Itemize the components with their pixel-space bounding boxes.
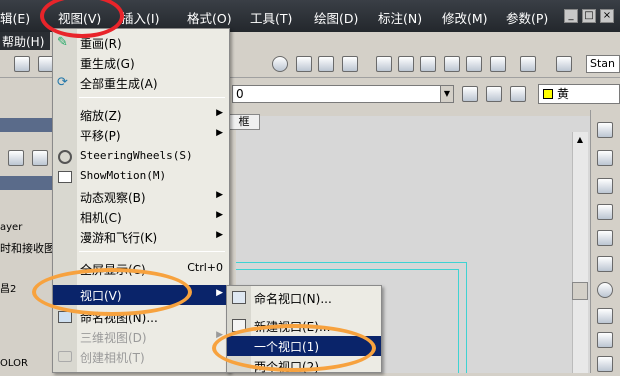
move-icon[interactable] [597,256,613,272]
submenu-arrow-icon: ▶ [216,190,223,200]
camera-icon [58,351,72,362]
stretch-icon[interactable] [597,332,613,348]
layer-tool-icon[interactable] [32,150,48,166]
drawing-line [236,269,458,270]
text-style-icon[interactable] [556,56,572,72]
modify-toolbar [590,110,620,373]
menu-item-regen-all[interactable]: ⟳ 全部重生成(A) [53,73,229,93]
panel-title-bar [0,118,52,132]
minimize-button[interactable]: _ [564,9,578,23]
menu-item-3d-views: 三维视图(D) ▶ [80,330,223,345]
annotation-ellipse [32,268,192,316]
drawing-line [458,269,459,373]
layer-label: ayer [0,222,23,233]
menu-edit[interactable]: 辑(E) [0,8,30,27]
menu-item-zoom[interactable]: 缩放(Z) ▶ [53,105,229,125]
menu-help[interactable]: 帮助(H) [2,33,44,50]
regen-all-icon: ⟳ [57,75,68,90]
menu-item-regen[interactable]: 重生成(G) [53,53,229,73]
design-center-icon[interactable] [398,56,414,72]
erase-icon[interactable] [597,122,613,138]
rotate-icon[interactable] [597,282,613,298]
array-icon[interactable] [597,230,613,246]
named-view-icon [58,311,72,323]
scroll-up-icon[interactable]: ▲ [572,135,588,149]
offset-icon[interactable] [597,204,613,220]
pan-hand-icon[interactable] [272,56,288,72]
drawing-line [466,262,467,373]
tool-palettes-icon[interactable] [420,56,436,72]
menu-draw[interactable]: 绘图(D) [314,8,358,27]
menu-separator [79,97,225,98]
named-viewport-icon [232,291,246,304]
submenu-arrow-icon: ▶ [216,128,223,138]
submenu-arrow-icon: ▶ [216,210,223,220]
scrollbar-thumb[interactable] [572,282,588,300]
menu-item-showmotion[interactable]: ShowMotion(M) [53,167,229,187]
submenu-arrow-icon: ▶ [216,108,223,118]
annotation-ellipse [212,324,376,372]
mirror-icon[interactable] [597,178,613,194]
panel-header [0,176,52,190]
sheet-set-icon[interactable] [444,56,460,72]
color-swatch [543,89,553,99]
menu-item-steeringwheels[interactable]: SteeringWheels(S) [53,147,229,167]
markup-icon[interactable] [466,56,482,72]
menu-dimension[interactable]: 标注(N) [378,8,422,27]
submenu-item-named-viewports[interactable]: 命名视口(N)... [227,288,381,308]
layer-combo[interactable]: 0 [232,85,454,103]
color-label: 黄 [557,87,570,101]
menu-parametric[interactable]: 参数(P) [506,8,548,27]
menu-item-walk-fly[interactable]: 漫游和飞行(K) ▶ [53,227,229,247]
steering-wheel-icon [58,150,72,164]
view-menu: ✎ 重画(R) 重生成(G) ⟳ 全部重生成(A) 缩放(Z) ▶ 平移(P) ▶ St… [52,28,230,373]
menu-item-orbit[interactable]: 动态观察(B) ▶ [53,187,229,207]
print-icon[interactable] [14,56,30,72]
scale-icon[interactable] [597,308,613,324]
properties-icon[interactable] [376,56,392,72]
color-property: OLOR [0,358,28,369]
add-icon[interactable] [8,150,24,166]
copy-icon[interactable] [597,150,613,166]
text-style-combo[interactable]: Stan [586,55,620,73]
drawing-line [236,262,466,263]
menu-bar-row2: 帮助(H) [0,32,50,50]
calculator-icon[interactable] [490,56,506,72]
shortcut-label: Ctrl+0 [187,261,223,274]
zoom-window-icon[interactable] [318,56,334,72]
zoom-realtime-icon[interactable] [296,56,312,72]
menu-item-create-camera: 创建相机(T) [53,347,229,367]
menu-modify[interactable]: 修改(M) [442,8,488,27]
submenu-arrow-icon: ▶ [216,230,223,240]
drawing-tab[interactable]: 框 [228,114,260,130]
menu-item-camera[interactable]: 相机(C) ▶ [53,207,229,227]
layer-row[interactable]: 时和接收图 [0,240,52,256]
close-button[interactable]: × [600,9,614,23]
menu-format[interactable]: 格式(O) [187,8,232,27]
showmotion-icon [58,171,72,183]
help-icon[interactable] [520,56,536,72]
menu-item-pan[interactable]: 平移(P) ▶ [53,125,229,145]
submenu-arrow-icon: ▶ [216,288,223,298]
menu-separator [79,251,225,252]
color-combo[interactable]: 黄 [538,84,620,104]
redraw-icon: ✎ [57,35,68,50]
chevron-down-icon[interactable]: ▼ [440,85,454,103]
menu-tools[interactable]: 工具(T) [250,8,292,27]
menu-insert[interactable]: 插入(I) [121,8,159,27]
layer-panel: ayer 时和接收图 昌2 OLOR [0,106,52,373]
restore-button[interactable]: □ [582,9,596,23]
vertical-scrollbar[interactable] [572,132,588,373]
layer-previous-icon[interactable] [462,86,478,102]
layer-states-icon[interactable] [486,86,502,102]
trim-icon[interactable] [597,356,613,372]
make-current-icon[interactable] [510,86,526,102]
zoom-previous-icon[interactable] [342,56,358,72]
